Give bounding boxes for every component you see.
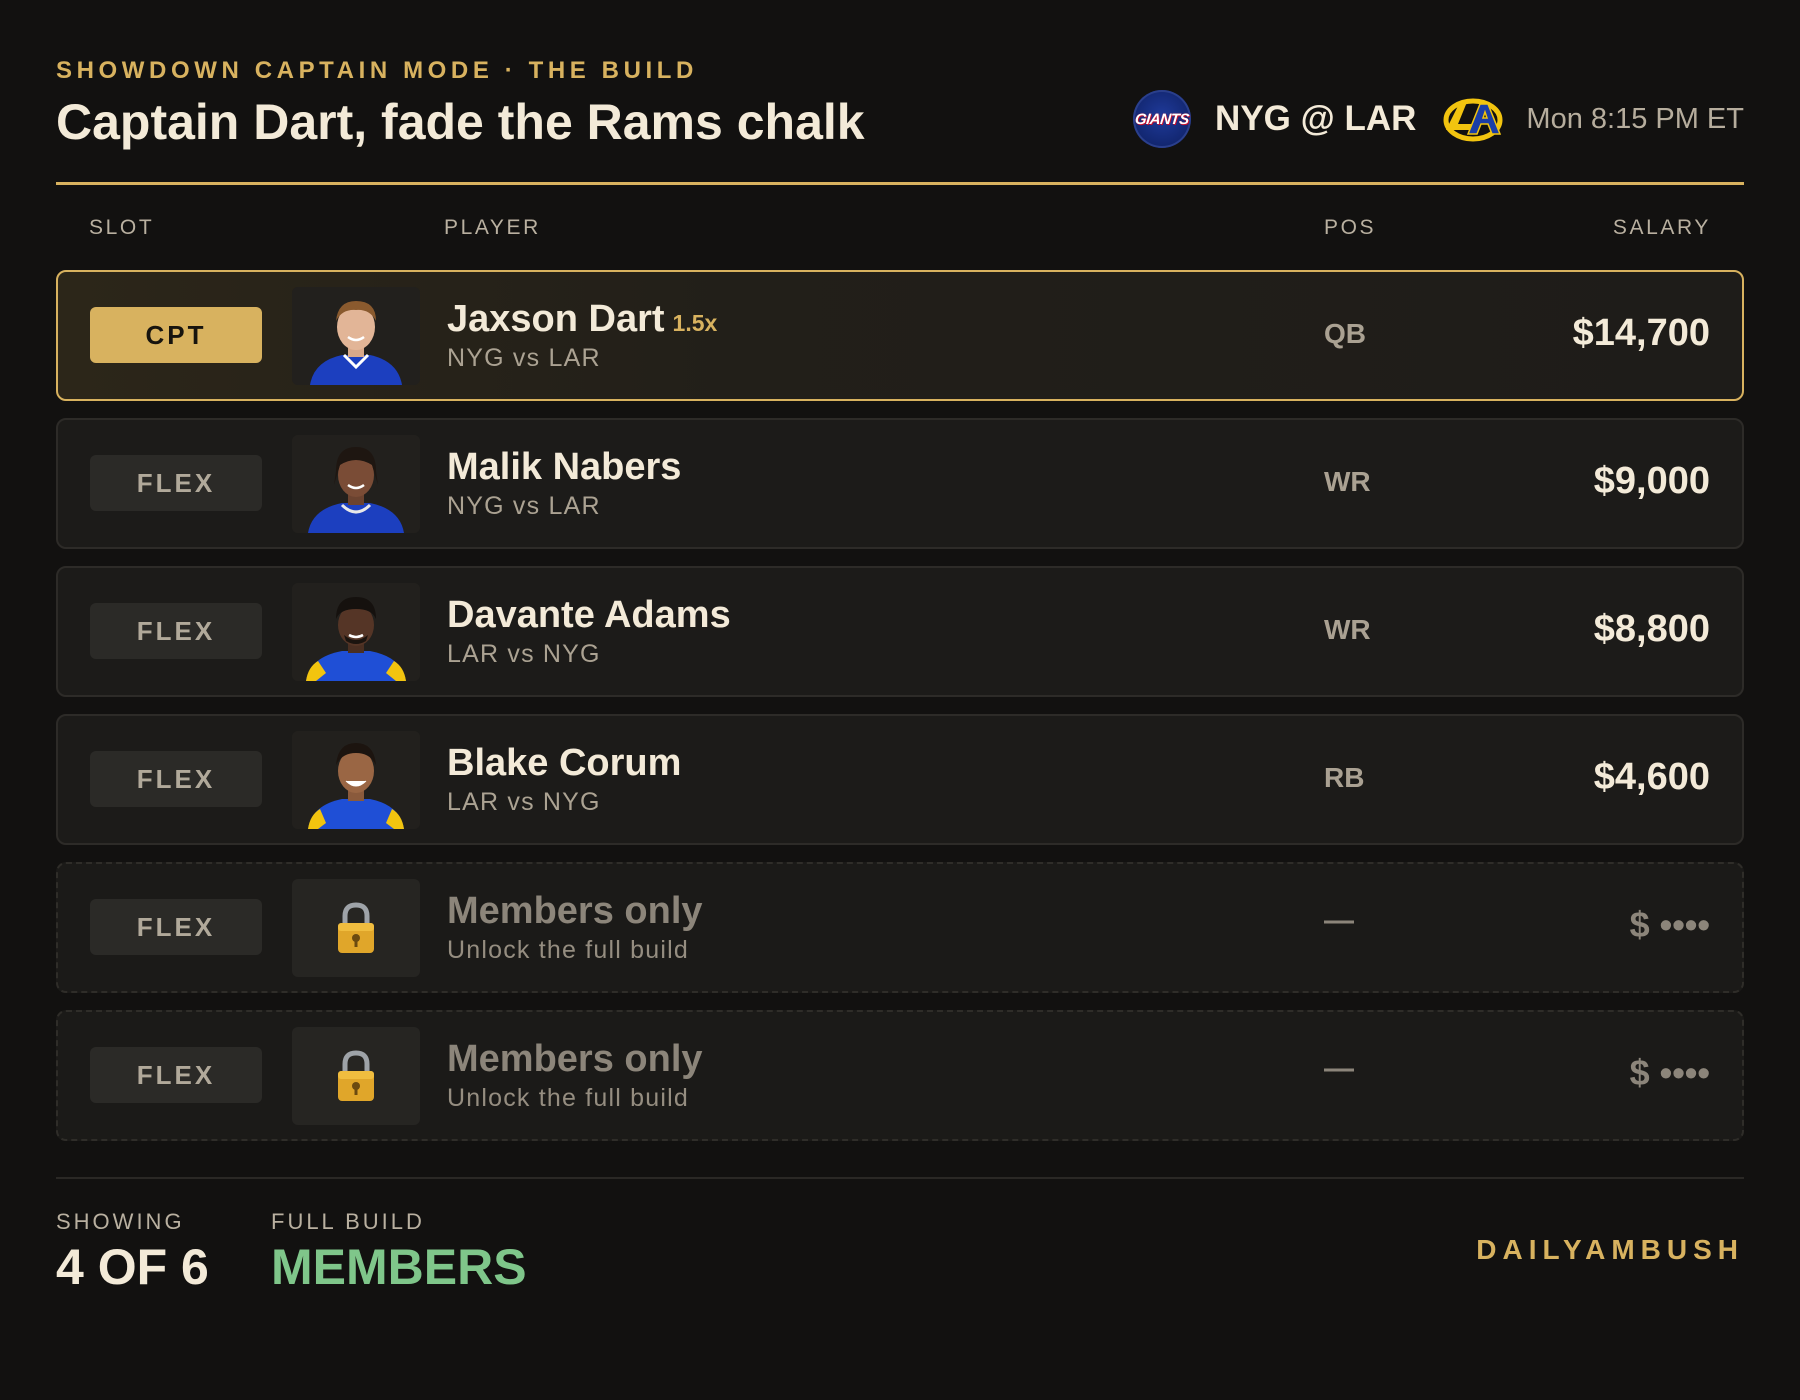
lineup-row-captain[interactable]: CPT Jaxson Dart 1.5x NYG vs LAR QB $14,70… bbox=[56, 270, 1744, 401]
player-salary: $14,700 bbox=[1572, 312, 1710, 354]
header-divider bbox=[56, 182, 1744, 185]
player-name: Davante Adams bbox=[447, 594, 731, 636]
captain-multiplier: 1.5x bbox=[672, 310, 718, 336]
player-position: QB bbox=[1324, 318, 1366, 349]
headshot-jaxson-dart-icon bbox=[292, 287, 420, 385]
slot-badge-flex: FLEX bbox=[90, 1047, 262, 1103]
player-headshot bbox=[292, 287, 420, 385]
lineup-row-flex[interactable]: FLEX Blake Corum LAR vs NYG RB $4,600 bbox=[56, 714, 1744, 845]
headshot-davante-adams-icon bbox=[292, 583, 420, 681]
player-position: WR bbox=[1324, 466, 1371, 497]
locked-title: Members only bbox=[447, 1038, 703, 1080]
footer-divider bbox=[56, 1177, 1744, 1179]
matchup-bar: GIANTS NYG @ LAR Mon 8:15 PM ET bbox=[1133, 90, 1744, 148]
player-name: Malik Nabers bbox=[447, 446, 682, 488]
lineup-row-flex[interactable]: FLEX Davante Adams LAR vs NYG WR $8,800 bbox=[56, 566, 1744, 697]
column-header-slot: SLOT bbox=[89, 216, 155, 239]
lineup-row-locked[interactable]: FLEX Members only Unlock the full build … bbox=[56, 862, 1744, 993]
player-position: WR bbox=[1324, 614, 1371, 645]
player-name: Jaxson Dart 1.5x bbox=[447, 298, 717, 341]
kickoff-time: Mon 8:15 PM ET bbox=[1526, 102, 1744, 135]
player-matchup: NYG vs LAR bbox=[447, 492, 601, 520]
player-headshot bbox=[292, 731, 420, 829]
lock-icon bbox=[338, 1050, 374, 1101]
brand-wordmark: DAILYAMBUSH bbox=[1476, 1234, 1744, 1265]
locked-subtitle: Unlock the full build bbox=[447, 936, 689, 964]
giants-logo-icon: GIANTS bbox=[1133, 90, 1192, 148]
locked-subtitle: Unlock the full build bbox=[447, 1084, 689, 1112]
full-build-label: FULL BUILD bbox=[271, 1209, 425, 1234]
player-salary: $8,800 bbox=[1593, 608, 1710, 650]
column-header-salary: SALARY bbox=[1612, 216, 1711, 239]
player-name: Blake Corum bbox=[447, 742, 682, 784]
hidden-salary: $ •••• bbox=[1629, 904, 1710, 945]
slot-badge-flex: FLEX bbox=[90, 603, 262, 659]
showing-count: 4 OF 6 bbox=[56, 1239, 209, 1295]
player-salary: $9,000 bbox=[1593, 460, 1710, 502]
slot-badge-cpt: CPT bbox=[90, 307, 262, 363]
player-name-text: Jaxson Dart bbox=[447, 298, 665, 340]
player-matchup: NYG vs LAR bbox=[447, 344, 601, 372]
slot-badge-flex: FLEX bbox=[90, 899, 262, 955]
page-title: Captain Dart, fade the Rams chalk bbox=[56, 94, 865, 150]
player-matchup: LAR vs NYG bbox=[447, 788, 601, 816]
headshot-malik-nabers-icon bbox=[292, 435, 420, 533]
lock-icon bbox=[338, 902, 374, 953]
column-header-pos: POS bbox=[1324, 216, 1377, 239]
slot-badge-flex: FLEX bbox=[90, 751, 262, 807]
player-headshot bbox=[292, 583, 420, 681]
lineup-row-locked[interactable]: FLEX Members only Unlock the full build … bbox=[56, 1010, 1744, 1141]
slot-badge-flex: FLEX bbox=[90, 455, 262, 511]
player-headshot bbox=[292, 435, 420, 533]
eyebrow-label: SHOWDOWN CAPTAIN MODE · THE BUILD bbox=[56, 57, 698, 84]
player-position: RB bbox=[1324, 762, 1365, 793]
rams-logo-icon bbox=[1443, 98, 1503, 142]
lineup-row-flex[interactable]: FLEX Malik Nabers NYG vs LAR WR $9,000 bbox=[56, 418, 1744, 549]
player-salary: $4,600 bbox=[1593, 756, 1710, 798]
hidden-salary: $ •••• bbox=[1629, 1052, 1710, 1093]
headshot-blake-corum-icon bbox=[292, 731, 420, 829]
column-header-player: PLAYER bbox=[444, 216, 541, 239]
full-build-status[interactable]: MEMBERS bbox=[271, 1238, 527, 1296]
lineup-rows: CPT Jaxson Dart 1.5x NYG vs LAR QB $14,70… bbox=[56, 270, 1744, 1158]
locked-title: Members only bbox=[447, 890, 703, 932]
lineup-card: SHOWDOWN CAPTAIN MODE · THE BUILD Captai… bbox=[56, 0, 1744, 1400]
player-matchup: LAR vs NYG bbox=[447, 640, 601, 668]
showing-label: SHOWING bbox=[56, 1209, 185, 1234]
giants-logo-text: GIANTS bbox=[1134, 110, 1190, 128]
locked-headshot bbox=[292, 879, 420, 977]
locked-headshot bbox=[292, 1027, 420, 1125]
matchup-text: NYG @ LAR bbox=[1215, 99, 1417, 138]
player-position: — bbox=[1324, 904, 1354, 937]
player-position: — bbox=[1324, 1052, 1354, 1085]
